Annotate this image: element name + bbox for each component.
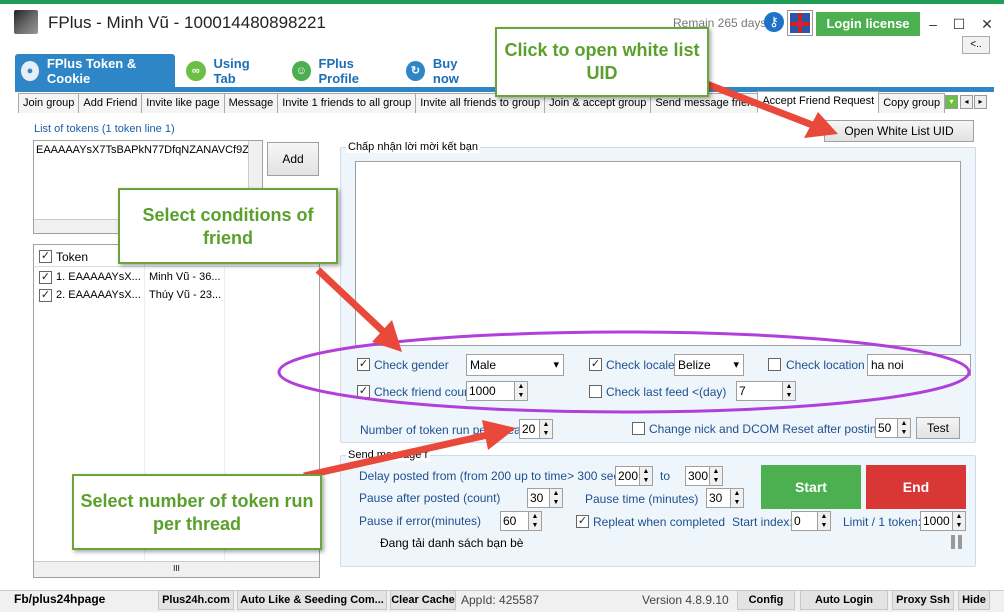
arrow-conditions [315,267,391,339]
callout-threads: Select number of token run per thread [72,474,322,550]
auto-like-button[interactable]: Auto Like & Seeding Com... [237,590,387,610]
version-label: Version 4.8.9.10 [642,593,729,607]
fb-page-label: Fb/plus24hpage [14,592,106,606]
config-button[interactable]: Config [737,590,795,610]
appid-label: AppId: 425587 [461,593,540,607]
clear-cache-button[interactable]: Clear Cache [390,590,456,610]
plus24h-link[interactable]: Plus24h.com [158,590,234,610]
callout-conditions: Select conditions of friend [118,188,338,264]
arrowhead-threads [482,420,516,450]
callout-whitelist: Click to open white list UID [495,27,709,97]
arrow-threads [303,430,493,480]
hide-button[interactable]: Hide [958,590,990,610]
auto-login-button[interactable]: Auto Login [800,590,888,610]
proxy-ssh-button[interactable]: Proxy Ssh [892,590,954,610]
